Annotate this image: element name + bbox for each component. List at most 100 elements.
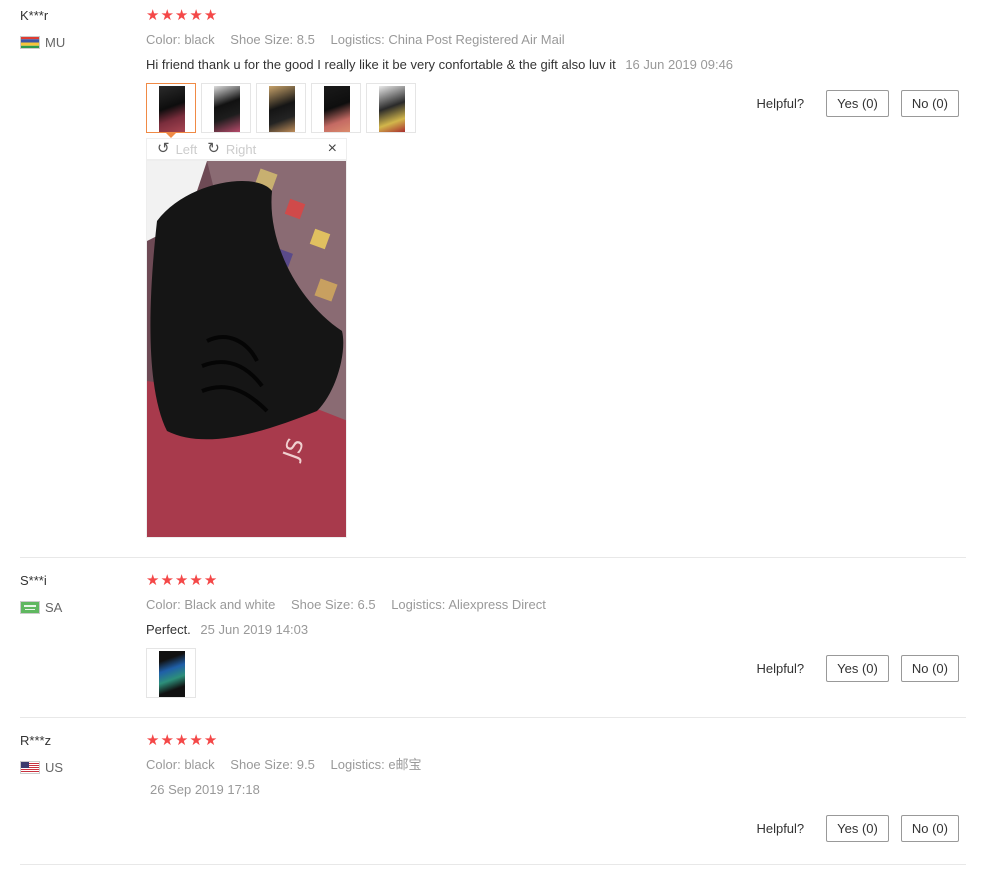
size-value: 6.5 xyxy=(357,597,376,612)
review-text-line: 26 Sep 2019 17:18 xyxy=(144,782,966,798)
helpful-no-button[interactable]: No (0) xyxy=(900,655,959,682)
rotate-left-button[interactable]: ↺ Left xyxy=(157,141,197,157)
helpful-yes-button[interactable]: Yes (0) xyxy=(826,655,889,682)
helpful-label: Helpful? xyxy=(756,96,805,111)
star-icon: ★ xyxy=(174,732,189,749)
saudi-flag-icon xyxy=(20,600,40,614)
star-icon: ★ xyxy=(203,572,218,589)
reviewer-info: R***z US xyxy=(20,733,140,775)
color-value: black xyxy=(184,32,215,47)
rotate-left-label: Left xyxy=(175,141,198,157)
rotate-right-icon: ↻ xyxy=(207,140,220,157)
reviewer-info: K***r MU xyxy=(20,8,140,50)
review-date: 25 Jun 2019 14:03 xyxy=(200,622,309,637)
review-date: 16 Jun 2019 09:46 xyxy=(625,57,734,72)
photo-image xyxy=(269,86,295,132)
helpful-no-button[interactable]: No (0) xyxy=(900,815,959,842)
star-icon: ★ xyxy=(146,572,160,589)
rotate-right-label: Right xyxy=(225,141,257,157)
reviewer-country: MU xyxy=(20,34,140,50)
review-date: 26 Sep 2019 17:18 xyxy=(150,782,260,797)
review-text: Perfect. xyxy=(146,622,191,637)
star-icon: ★ xyxy=(189,572,203,589)
review-content: ★ ★ ★ ★ ★ Color: black Shoe Size: 9.5 Lo… xyxy=(146,733,966,798)
helpful-label: Helpful? xyxy=(756,821,805,836)
helpful-voting: Helpful? Yes (0) No (0) xyxy=(756,655,959,682)
helpful-label: Helpful? xyxy=(756,661,805,676)
photo-thumbnail[interactable] xyxy=(256,83,306,133)
shoe-photo-illustration: JS xyxy=(147,161,346,537)
reviewer-name: K***r xyxy=(20,8,49,23)
logistics-key: Logistics: xyxy=(330,757,385,772)
review-item: S***i SA ★ ★ ★ ★ ★ Color: Black and whit… xyxy=(20,573,966,713)
photo-thumbnail[interactable] xyxy=(146,83,196,133)
country-code: US xyxy=(45,759,64,775)
helpful-voting: Helpful? Yes (0) No (0) xyxy=(756,815,959,842)
enlarged-review-photo: JS xyxy=(146,160,347,538)
photo-thumbnail[interactable] xyxy=(146,648,196,698)
reviewer-country: US xyxy=(20,759,140,775)
star-icon: ★ xyxy=(174,572,189,589)
photo-image xyxy=(324,86,350,132)
review-text: Hi friend thank u for the good I really … xyxy=(146,57,616,72)
star-rating: ★ ★ ★ ★ ★ xyxy=(146,733,966,749)
country-code: SA xyxy=(45,599,63,615)
size-value: 8.5 xyxy=(296,32,315,47)
reviewer-name: R***z xyxy=(20,733,52,748)
star-icon: ★ xyxy=(160,7,174,24)
review-divider xyxy=(20,557,966,558)
photo-thumbnail[interactable] xyxy=(311,83,361,133)
rotate-left-icon: ↺ xyxy=(157,140,170,157)
logistics-value: e邮宝 xyxy=(388,757,422,772)
star-icon: ★ xyxy=(189,732,203,749)
review-item: R***z US ★ ★ ★ ★ ★ Color: black Shoe Siz… xyxy=(20,733,966,863)
size-value: 9.5 xyxy=(296,757,315,772)
size-key: Shoe Size: xyxy=(230,757,294,772)
photo-image xyxy=(159,651,185,697)
star-icon: ★ xyxy=(146,732,160,749)
helpful-yes-button[interactable]: Yes (0) xyxy=(826,90,889,117)
star-icon: ★ xyxy=(203,732,218,749)
photo-viewer-toolbar: ↺ Left ↻ Right × xyxy=(146,138,347,160)
color-value: Black and white xyxy=(184,597,276,612)
star-icon: ★ xyxy=(174,7,189,24)
rotate-right-button[interactable]: ↻ Right xyxy=(207,141,256,157)
color-key: Color: xyxy=(146,32,181,47)
reviewer-country: SA xyxy=(20,599,140,615)
color-key: Color: xyxy=(146,757,181,772)
star-icon: ★ xyxy=(160,572,174,589)
logistics-value: Aliexpress Direct xyxy=(448,597,546,612)
photo-thumbnail[interactable] xyxy=(366,83,416,133)
close-icon[interactable]: × xyxy=(328,140,337,158)
logistics-key: Logistics: xyxy=(330,32,385,47)
photo-image xyxy=(214,86,240,132)
review-text-line: Perfect. 25 Jun 2019 14:03 xyxy=(146,622,966,638)
mauritius-flag-icon xyxy=(20,35,40,49)
color-value: black xyxy=(184,757,215,772)
order-info: Color: black Shoe Size: 9.5 Logistics: e… xyxy=(146,757,966,773)
color-key: Color: xyxy=(146,597,181,612)
order-info: Color: Black and white Shoe Size: 6.5 Lo… xyxy=(146,597,966,613)
reviewer-info: S***i SA xyxy=(20,573,140,615)
helpful-voting: Helpful? Yes (0) No (0) xyxy=(756,90,959,117)
helpful-no-button[interactable]: No (0) xyxy=(900,90,959,117)
review-text-line: Hi friend thank u for the good I really … xyxy=(146,57,966,73)
reviewer-name: S***i xyxy=(20,573,47,588)
us-flag-icon xyxy=(20,760,40,774)
photo-image xyxy=(159,86,185,132)
photo-thumbnail[interactable] xyxy=(201,83,251,133)
star-icon: ★ xyxy=(189,7,203,24)
helpful-yes-button[interactable]: Yes (0) xyxy=(826,815,889,842)
order-info: Color: black Shoe Size: 8.5 Logistics: C… xyxy=(146,32,966,48)
logistics-value: China Post Registered Air Mail xyxy=(388,32,565,47)
star-rating: ★ ★ ★ ★ ★ xyxy=(146,573,966,589)
star-icon: ★ xyxy=(203,7,218,24)
star-rating: ★ ★ ★ ★ ★ xyxy=(146,8,966,24)
star-icon: ★ xyxy=(160,732,174,749)
photo-image xyxy=(379,86,405,132)
size-key: Shoe Size: xyxy=(230,32,294,47)
country-code: MU xyxy=(45,34,66,50)
star-icon: ★ xyxy=(146,7,160,24)
review-divider xyxy=(20,864,966,865)
review-divider xyxy=(20,717,966,718)
